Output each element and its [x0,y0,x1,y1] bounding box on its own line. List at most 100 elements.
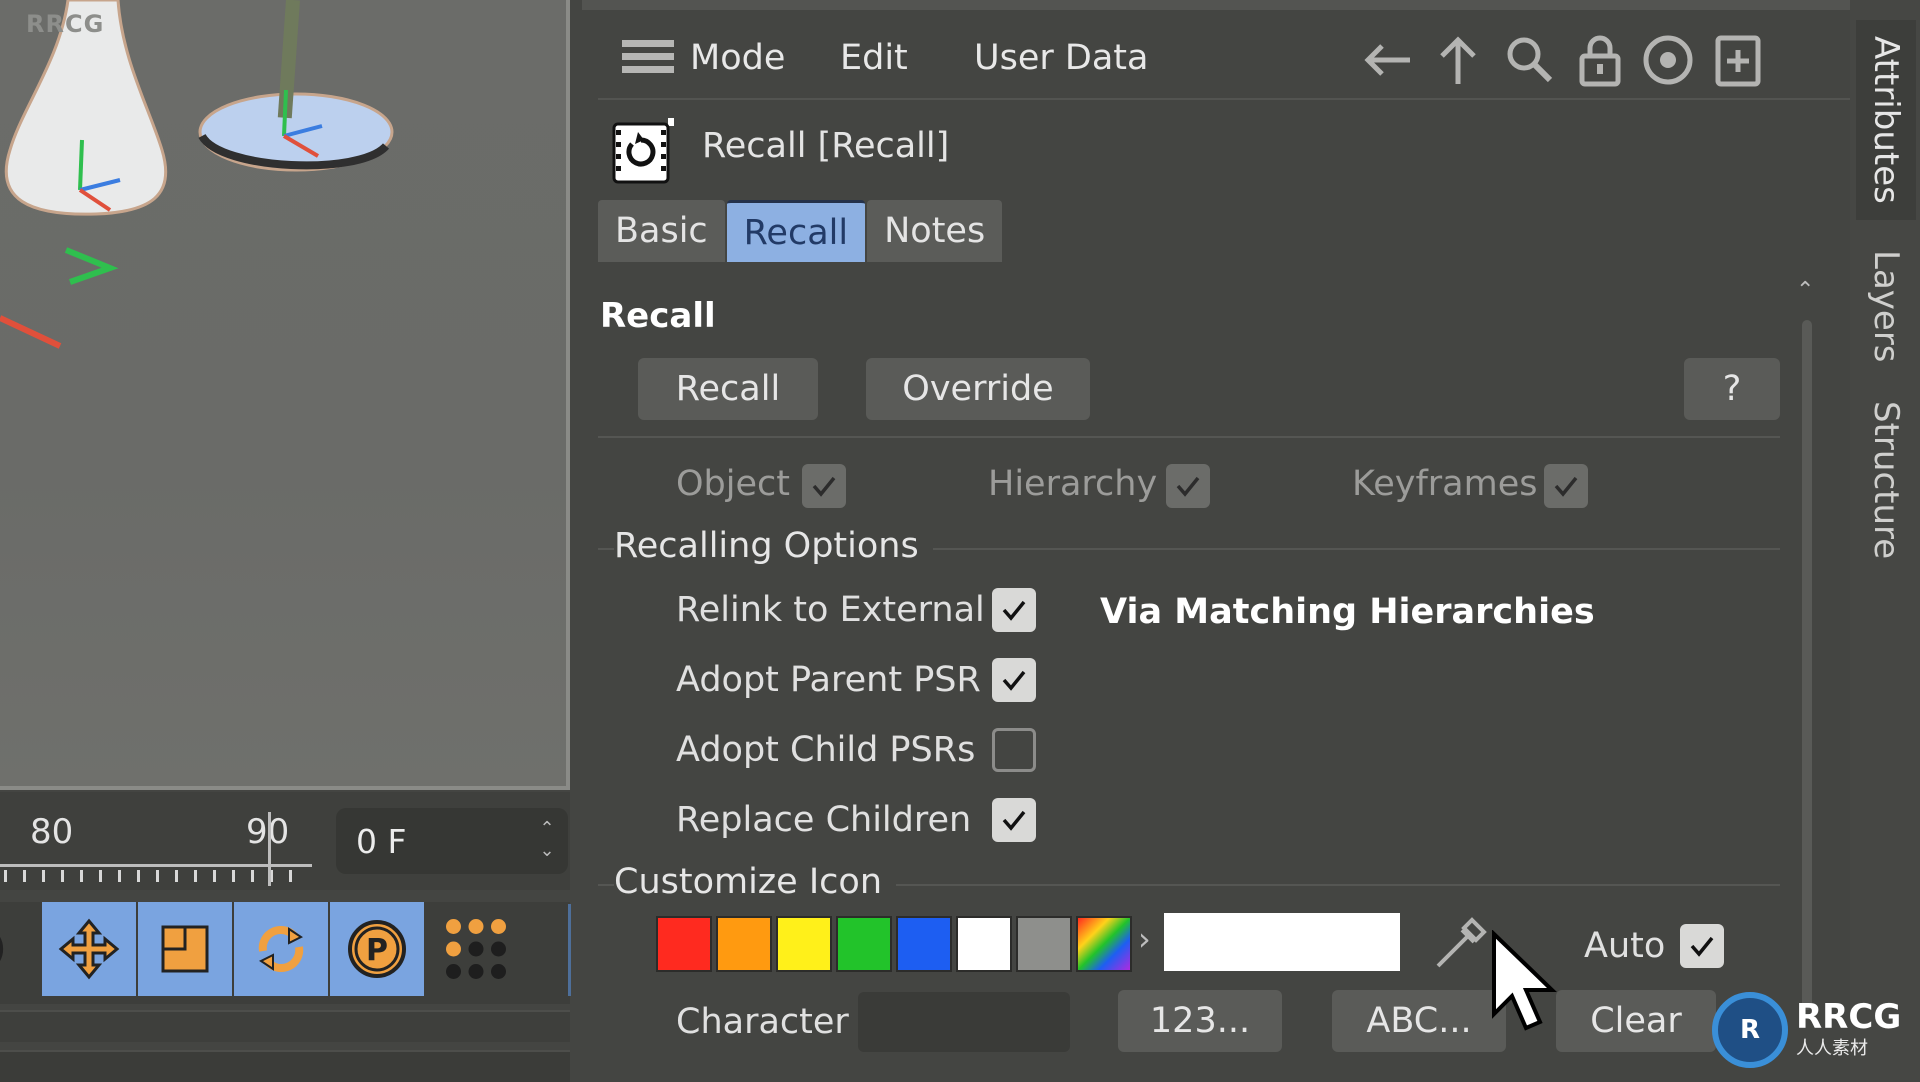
scroll-up-icon[interactable]: ⌃ [1796,280,1818,302]
search-icon[interactable] [1502,32,1558,88]
tick-label: 80 [30,812,74,852]
frame-stepper[interactable]: ⌃ ⌄ [536,818,558,864]
group-title-customize-icon: Customize Icon [614,862,897,902]
parameter-tool-button[interactable]: P [330,902,424,996]
side-tab-bar: Attributes Layers Structure [1850,0,1920,1080]
scrollbar[interactable]: ⌃ [1796,280,1816,1070]
viewport-scene [0,0,394,349]
numeric-chars-button[interactable]: 123... [1118,990,1282,1052]
checkmark-icon [1002,810,1026,831]
group-title-recalling-options: Recalling Options [614,526,933,566]
swatch-rainbow[interactable] [1076,916,1132,972]
chevron-up-icon[interactable]: ⌃ [539,818,554,839]
circle-tool-icon [0,937,4,961]
move-icon [58,918,120,980]
parameter-p-icon: P [348,920,406,978]
scale-icon [161,925,209,973]
move-tool-button[interactable] [42,902,136,996]
menu-user-data[interactable]: User Data [974,38,1148,78]
watermark-label: RRCG [26,10,105,38]
current-frame-field[interactable]: 0 F ⌃ ⌄ [336,808,568,874]
scale-tool-button[interactable] [138,902,232,996]
side-tab-layers[interactable]: Layers [1856,236,1916,376]
rotate-tool-button[interactable] [234,902,328,996]
up-arrow-icon[interactable] [1430,32,1486,88]
tab-basic[interactable]: Basic [598,200,725,262]
checkmark-icon [1176,476,1200,497]
panel-divider[interactable] [568,904,571,996]
character-input[interactable] [858,992,1070,1052]
chevron-down-icon[interactable]: ⌄ [539,840,554,861]
eyedropper-icon[interactable] [1428,910,1494,976]
dots-grid-button[interactable] [436,902,516,996]
replace-children-checkbox[interactable] [992,798,1036,842]
swatch-orange[interactable] [716,916,772,972]
hierarchy-flag-checkbox[interactable] [1166,464,1210,508]
menu-mode[interactable]: Mode [690,38,785,78]
side-tab-structure[interactable]: Structure [1856,390,1916,570]
alpha-chars-button[interactable]: ABC... [1332,990,1506,1052]
section-title-recall: Recall [600,296,716,336]
tab-recall[interactable]: Recall [726,200,866,262]
divider [598,436,1780,438]
playhead[interactable] [268,812,271,886]
help-button[interactable]: ? [1684,358,1780,420]
object-title: Recall [Recall] [702,126,950,166]
side-tab-attributes[interactable]: Attributes [1856,20,1916,220]
checkmark-icon [1002,600,1026,621]
rotate-icon [258,926,304,972]
hamburger-menu-icon[interactable] [622,40,674,78]
adopt-parent-psr-checkbox[interactable] [992,658,1036,702]
adopt-parent-psr-label: Adopt Parent PSR [676,660,981,700]
relink-external-checkbox[interactable] [992,588,1036,632]
tab-notes[interactable]: Notes [867,200,1003,262]
adopt-child-psrs-checkbox[interactable] [992,728,1036,772]
partial-tool-button[interactable] [0,902,20,996]
object-flag-checkbox[interactable] [802,464,846,508]
scroll-thumb[interactable] [1802,320,1812,1010]
back-arrow-icon[interactable] [1360,32,1416,88]
red-axis-marker [0,315,62,349]
swatch-red[interactable] [656,916,712,972]
override-button[interactable]: Override [866,358,1090,420]
menu-edit[interactable]: Edit [840,38,908,78]
auto-label: Auto [1584,926,1666,966]
checkmark-icon [1002,670,1026,691]
relink-external-label: Relink to External [676,590,985,630]
target-icon[interactable] [1640,32,1696,88]
panel-top-border [582,0,1850,10]
watermark-title: RRCG [1796,997,1902,1037]
swatch-white[interactable] [956,916,1012,972]
object-flag-label: Object [676,464,790,504]
checkmark-icon [1690,936,1714,957]
watermark-subtitle: 人人素材 [1796,1038,1868,1059]
keyframes-flag-label: Keyframes [1352,464,1538,504]
swatch-gray[interactable] [1016,916,1072,972]
keyframes-flag-checkbox[interactable] [1544,464,1588,508]
auto-checkbox[interactable] [1680,924,1724,968]
status-strip [0,1050,570,1082]
relink-mode-value[interactable]: Via Matching Hierarchies [1100,592,1595,632]
clear-button[interactable]: Clear [1556,990,1716,1052]
swatch-yellow[interactable] [776,916,832,972]
lock-icon[interactable] [1572,32,1628,88]
svg-text:P: P [366,933,388,968]
chevron-right-icon[interactable]: › [1138,920,1151,958]
current-frame-value: 0 F [356,821,407,861]
green-axis-marker [64,247,119,285]
icon-color-field[interactable] [1164,913,1400,971]
ruler-line [0,864,312,867]
new-panel-icon[interactable] [1710,32,1766,88]
3d-viewport[interactable]: RRCG [0,0,570,790]
object-header: Recall [Recall] [598,110,1848,190]
recall-button[interactable]: Recall [638,358,818,420]
status-strip [0,1010,570,1042]
mouse-cursor-icon [1490,929,1560,1040]
tab-bar: Basic Recall Notes [598,200,1004,262]
swatch-blue[interactable] [896,916,952,972]
menu-bar: Mode Edit User Data [598,20,1850,100]
swatch-green[interactable] [836,916,892,972]
replace-children-label: Replace Children [676,800,972,840]
checkmark-icon [812,476,836,497]
tool-palette: P [0,902,570,1004]
